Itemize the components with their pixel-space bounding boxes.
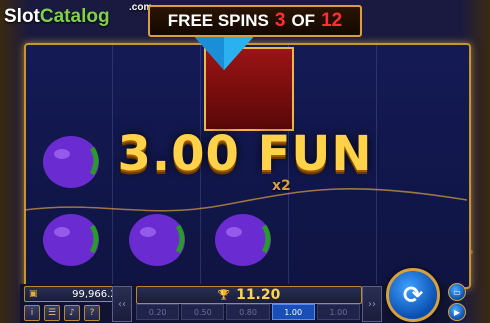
- logo-catalog-text: Catalog: [39, 6, 110, 27]
- play-button[interactable]: ▶: [448, 303, 466, 321]
- spin-button[interactable]: ⟳: [386, 268, 440, 322]
- help-button[interactable]: ?: [84, 305, 100, 321]
- win-value: 11.20: [236, 287, 281, 303]
- wallet-icon: ▣: [29, 289, 38, 299]
- free-spins-of: OF: [291, 11, 316, 30]
- autoplay-icon: ▭: [453, 287, 461, 297]
- win-display: 🏆 11.20: [136, 286, 362, 304]
- plum-icon: [43, 136, 99, 188]
- site-logo: SlotCatalog .com: [4, 2, 152, 28]
- chevron-left-icon: ‹‹: [118, 298, 126, 310]
- reel-5: [378, 45, 464, 287]
- bet-option[interactable]: 0.80: [226, 304, 270, 320]
- bet-option[interactable]: 1.00: [316, 304, 361, 320]
- free-spins-total: 12: [321, 10, 343, 31]
- bet-option[interactable]: 0.20: [136, 304, 180, 320]
- play-icon: ▶: [453, 307, 461, 317]
- win-amount-overlay: 3.00 FUN: [117, 126, 373, 182]
- bet-decrease-button[interactable]: ‹‹: [112, 286, 132, 322]
- info-icon: i: [30, 308, 34, 318]
- bet-option-selected[interactable]: 1.00: [271, 304, 315, 320]
- free-spins-banner: FREE SPINS 3 OF 12: [148, 5, 362, 37]
- bet-selector: 0.20 0.50 0.80 1.00 1.00: [136, 304, 361, 320]
- bet-option[interactable]: 0.50: [181, 304, 225, 320]
- trophy-icon: 🏆: [217, 289, 231, 301]
- sound-button[interactable]: ♪: [64, 305, 80, 321]
- menu-icon: ☰: [47, 308, 57, 318]
- menu-button[interactable]: ☰: [44, 305, 60, 321]
- help-icon: ?: [89, 308, 95, 318]
- free-spins-label: FREE SPINS: [167, 11, 269, 30]
- plum-icon: [129, 214, 185, 266]
- logo-slot-text: Slot: [4, 6, 40, 27]
- multiplier-badge: x2: [272, 178, 291, 194]
- free-spins-current: 3: [274, 10, 286, 31]
- info-button[interactable]: i: [24, 305, 40, 321]
- chevron-right-icon: ››: [368, 298, 376, 310]
- autoplay-button[interactable]: ▭: [448, 283, 466, 301]
- sound-icon: ♪: [69, 308, 75, 318]
- plum-icon: [215, 214, 271, 266]
- plum-icon: [43, 214, 99, 266]
- bet-increase-button[interactable]: ››: [362, 286, 382, 322]
- spin-arrows-icon: ⟳: [402, 281, 424, 309]
